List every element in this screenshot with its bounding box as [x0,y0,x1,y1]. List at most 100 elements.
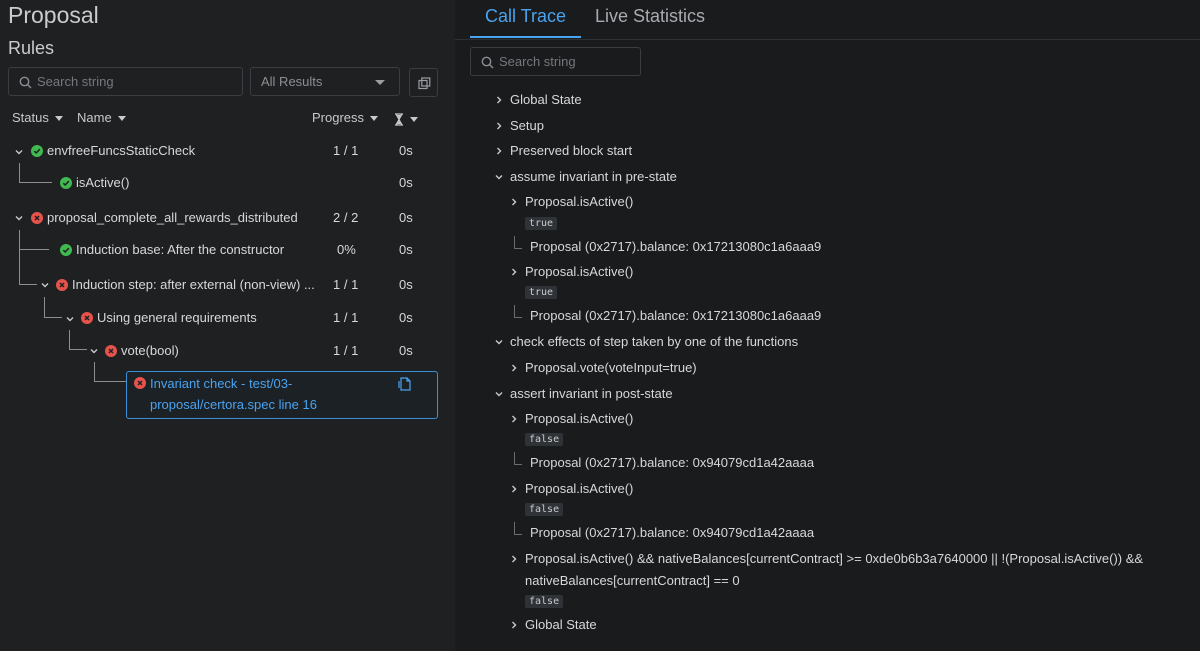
name-header-label: Name [77,110,112,125]
chevron-down-icon[interactable] [494,172,504,182]
chevron-right-icon[interactable] [509,484,519,494]
chevron-right-icon[interactable] [509,554,519,564]
trace-call-is-active[interactable]: Proposal.isActive() [525,481,633,496]
error-circle-icon [134,377,146,389]
return-value-badge: true [525,286,558,299]
search-placeholder: Search string [37,74,114,89]
rule-row-time: 0s [399,277,413,292]
trace-node-assume[interactable]: assume invariant in pre-state [510,169,677,184]
rule-row-progress: 2 / 2 [333,210,359,225]
tree-connector [19,250,37,285]
filter-value: All Results [261,74,323,89]
rules-panel [0,0,455,651]
rule-row-time: 0s [399,210,413,225]
chevron-right-icon[interactable] [494,95,504,105]
name-column-header[interactable]: Name [77,110,126,125]
tab-live-statistics[interactable]: Live Statistics [595,6,705,27]
tab-divider [455,39,1200,40]
rule-row-progress: 1 / 1 [333,310,359,325]
trace-balance-line: Proposal (0x2717).balance: 0x94079cd1a42… [530,455,815,470]
return-value-badge: false [525,595,564,608]
rule-row-label[interactable]: Induction base: After the constructor [76,242,284,257]
selected-rule-label[interactable]: Invariant check - test/03-proposal/certo… [150,373,380,415]
rule-row-label[interactable]: isActive() [76,175,129,190]
check-circle-icon [60,244,72,256]
trace-node-assert[interactable]: assert invariant in post-state [510,386,673,401]
rule-row-label[interactable]: Induction step: after external (non-view… [72,277,315,292]
app-title: Proposal [8,2,99,28]
rule-row-progress: 1 / 1 [333,143,359,158]
rule-row-label[interactable]: Using general requirements [97,310,257,325]
chevron-down-icon[interactable] [65,314,75,324]
caret-down-icon [410,117,418,123]
trace-expression-line[interactable]: Proposal.isActive() && nativeBalances[cu… [525,551,1143,566]
chevron-right-icon[interactable] [509,363,519,373]
trace-balance-line: Proposal (0x2717).balance: 0x17213080c1a… [530,308,822,323]
chevron-right-icon[interactable] [509,620,519,630]
chevron-right-icon[interactable] [494,121,504,131]
tree-connector [69,330,87,350]
trace-expression-line-continued: nativeBalances[currentContract] == 0 [525,573,740,588]
rule-row-time: 0s [399,310,413,325]
trace-node-preserved[interactable]: Preserved block start [510,143,632,158]
chevron-down-icon[interactable] [494,337,504,347]
check-circle-icon [60,177,72,189]
caret-down-icon [370,116,379,122]
rule-row-label[interactable]: vote(bool) [121,343,179,358]
chevron-down-icon[interactable] [89,346,99,356]
search-placeholder: Search string [499,54,576,69]
tree-connector [514,464,522,465]
error-circle-icon [56,279,68,291]
rules-search-input[interactable]: Search string [8,67,243,96]
rules-title: Rules [8,38,55,58]
rule-row-progress: 0% [337,242,356,257]
trace-search-input[interactable]: Search string [470,47,641,76]
chevron-down-icon[interactable] [40,280,50,290]
tree-connector [514,522,515,534]
rule-row-time: 0s [399,143,413,158]
tree-connector [514,305,515,317]
trace-call-is-active[interactable]: Proposal.isActive() [525,194,633,209]
search-icon [19,76,32,89]
rule-row-time: 0s [399,343,413,358]
trace-node-check-effects[interactable]: check effects of step taken by one of th… [510,334,798,349]
document-icon[interactable] [398,377,411,391]
chevron-down-icon[interactable] [14,147,24,157]
rule-row-progress: 1 / 1 [333,277,359,292]
rule-row-label[interactable]: proposal_complete_all_rewards_distribute… [47,210,298,225]
time-column-header[interactable] [394,111,418,126]
tree-connector [514,236,515,248]
search-icon [481,56,494,69]
trace-balance-line: Proposal (0x2717).balance: 0x17213080c1a… [530,239,822,254]
trace-node-setup[interactable]: Setup [510,118,544,133]
caret-down-icon [117,116,126,122]
progress-column-header[interactable]: Progress [312,110,379,125]
tree-connector [514,248,522,249]
trace-call-is-active[interactable]: Proposal.isActive() [525,411,633,426]
collapse-all-button[interactable] [409,68,438,97]
rule-row-time: 0s [399,242,413,257]
trace-node-global-state[interactable]: Global State [525,617,597,632]
trace-call-vote[interactable]: Proposal.vote(voteInput=true) [525,360,697,375]
chevron-down-icon[interactable] [494,389,504,399]
chevron-down-icon[interactable] [14,213,24,223]
chevron-right-icon[interactable] [509,414,519,424]
return-value-badge: false [525,433,564,446]
results-filter-select[interactable]: All Results [250,67,400,96]
chevron-down-icon [375,80,385,85]
tree-connector [514,534,522,535]
tree-connector [94,362,126,382]
error-circle-icon [31,212,43,224]
check-circle-icon [31,145,43,157]
progress-header-label: Progress [312,110,365,125]
trace-node-global-state[interactable]: Global State [510,92,582,107]
chevron-right-icon[interactable] [509,267,519,277]
hourglass-icon [395,113,403,126]
tab-call-trace[interactable]: Call Trace [485,6,566,27]
status-column-header[interactable]: Status [12,110,63,125]
chevron-right-icon[interactable] [494,146,504,156]
rule-row-label[interactable]: envfreeFuncsStaticCheck [47,143,195,158]
rule-row-progress: 1 / 1 [333,343,359,358]
chevron-right-icon[interactable] [509,197,519,207]
trace-call-is-active[interactable]: Proposal.isActive() [525,264,633,279]
